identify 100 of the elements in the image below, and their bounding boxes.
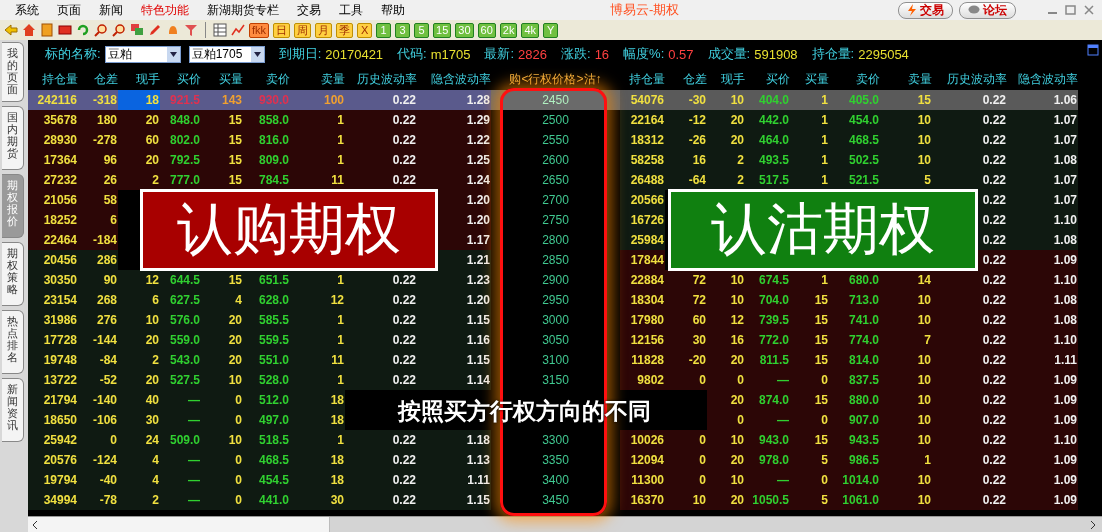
- table-cell: 10: [201, 370, 243, 390]
- maximize-icon[interactable]: [1064, 4, 1078, 16]
- table-cell: —: [745, 470, 790, 490]
- table-cell: 15: [201, 270, 243, 290]
- card-icon[interactable]: [58, 23, 72, 37]
- table-cell: 30: [665, 330, 707, 350]
- product-dropdown[interactable]: 豆粕: [104, 45, 181, 63]
- table-cell: 585.5: [243, 310, 290, 330]
- table-cell: 1061.0: [829, 490, 880, 510]
- table-cell: 1: [790, 170, 829, 190]
- table-cell: 1: [790, 90, 829, 110]
- table-cell: 20: [707, 490, 745, 510]
- table-cell: 0.22: [345, 470, 417, 490]
- table-cell: 11828: [620, 350, 665, 370]
- period-button[interactable]: X: [357, 22, 373, 38]
- table-cell: 0.22: [345, 370, 417, 390]
- table-cell: 18252: [28, 210, 78, 230]
- table-cell: 816.0: [243, 130, 290, 150]
- scroll-right-icon[interactable]: [1090, 521, 1096, 529]
- table-cell: 2: [118, 170, 160, 190]
- period-button[interactable]: fkk: [249, 22, 270, 38]
- table-cell: 276: [78, 310, 118, 330]
- info-label: 最新:: [484, 45, 515, 63]
- side-tab[interactable]: 新闻资讯: [2, 378, 24, 442]
- table-cell: 874.0: [745, 390, 790, 410]
- table-cell: 20: [707, 350, 745, 370]
- table-cell: 442.0: [745, 110, 790, 130]
- refresh-icon[interactable]: [76, 23, 90, 37]
- menu-item[interactable]: 页面: [48, 1, 90, 19]
- period-button[interactable]: 季: [336, 22, 354, 38]
- close-icon[interactable]: [1082, 4, 1096, 16]
- table-cell: 1.10: [1007, 270, 1078, 290]
- column-header: 隐含波动率: [1017, 70, 1078, 88]
- table-cell: 0: [201, 410, 243, 430]
- table-cell: 35678: [28, 110, 78, 130]
- menu-item[interactable]: 新闻: [90, 1, 132, 19]
- scroll-left-icon[interactable]: [32, 520, 38, 529]
- period-button[interactable]: 周: [294, 22, 312, 38]
- table-cell: -30: [665, 90, 707, 110]
- table-cell: 1.15: [417, 350, 491, 370]
- contract-dropdown[interactable]: 豆粕1705: [188, 45, 265, 63]
- menu-item[interactable]: 特色功能: [132, 1, 198, 19]
- table-cell: 454.5: [243, 470, 290, 490]
- table-cell: 10: [880, 290, 932, 310]
- menu-item[interactable]: 新湖期货专栏: [198, 1, 288, 19]
- table-cell: 1.22: [417, 130, 491, 150]
- table-cell: 404.0: [745, 90, 790, 110]
- table-cell: -64: [665, 170, 707, 190]
- period-button[interactable]: 月: [315, 22, 333, 38]
- side-tab[interactable]: 期权策略: [2, 242, 24, 306]
- side-tab[interactable]: 期权报价: [2, 174, 24, 238]
- period-button[interactable]: 日: [273, 22, 291, 38]
- table-cell: 20: [707, 390, 745, 410]
- menu-item[interactable]: 交易: [288, 1, 330, 19]
- table-cell: 1: [790, 110, 829, 130]
- windows-icon[interactable]: [130, 23, 144, 37]
- table-cell: 10: [880, 470, 932, 490]
- side-tab[interactable]: 我的页面: [2, 42, 24, 102]
- table-cell: 2: [707, 150, 745, 170]
- table-cell: 978.0: [745, 450, 790, 470]
- table-cell: —: [160, 450, 201, 470]
- table-cell: 15: [880, 90, 932, 110]
- forum-button[interactable]: 论坛: [959, 1, 1016, 19]
- table-cell: 1.08: [1007, 150, 1078, 170]
- table-cell: 1.09: [1007, 450, 1078, 470]
- table-cell: 0.22: [932, 370, 1007, 390]
- table-cell: 777.0: [160, 170, 201, 190]
- table-cell: 18650: [28, 410, 78, 430]
- menu-item[interactable]: 系统: [6, 1, 48, 19]
- column-header: 卖量: [320, 70, 345, 88]
- side-tab[interactable]: 国内期货: [2, 106, 24, 170]
- table-cell: 16370: [620, 490, 665, 510]
- line-chart-icon[interactable]: [231, 23, 245, 37]
- table-cell: 0.22: [345, 130, 417, 150]
- table-cell: 0.22: [932, 110, 1007, 130]
- menu-item[interactable]: 帮助: [372, 1, 414, 19]
- table-cell: 858.0: [243, 110, 290, 130]
- table-cell: 20456: [28, 250, 78, 270]
- column-header: 卖价: [855, 70, 880, 88]
- menu-item[interactable]: 工具: [330, 1, 372, 19]
- table-cell: -278: [78, 130, 118, 150]
- trade-button[interactable]: 交易: [898, 1, 953, 19]
- table-cell: 1.14: [417, 370, 491, 390]
- pencil-icon[interactable]: [148, 23, 162, 37]
- filter-icon[interactable]: [184, 23, 198, 37]
- table-icon[interactable]: [213, 23, 227, 37]
- speech-bubble-icon: [968, 5, 980, 15]
- table-cell: 517.5: [745, 170, 790, 190]
- zoom-in-icon[interactable]: [94, 23, 108, 37]
- table-cell: 1.11: [1007, 350, 1078, 370]
- table-cell: 20576: [28, 450, 78, 470]
- home-icon[interactable]: [22, 23, 36, 37]
- arrow-left-icon[interactable]: [4, 23, 18, 37]
- column-header: 历史波动率: [946, 70, 1007, 88]
- scrollbar-thumb[interactable]: [28, 517, 330, 532]
- window-icon[interactable]: [1087, 44, 1099, 56]
- table-cell: 0: [201, 470, 243, 490]
- side-tab[interactable]: 热点排名: [2, 310, 24, 374]
- table-cell: 0: [665, 450, 707, 470]
- table-cell: 0.22: [345, 110, 417, 130]
